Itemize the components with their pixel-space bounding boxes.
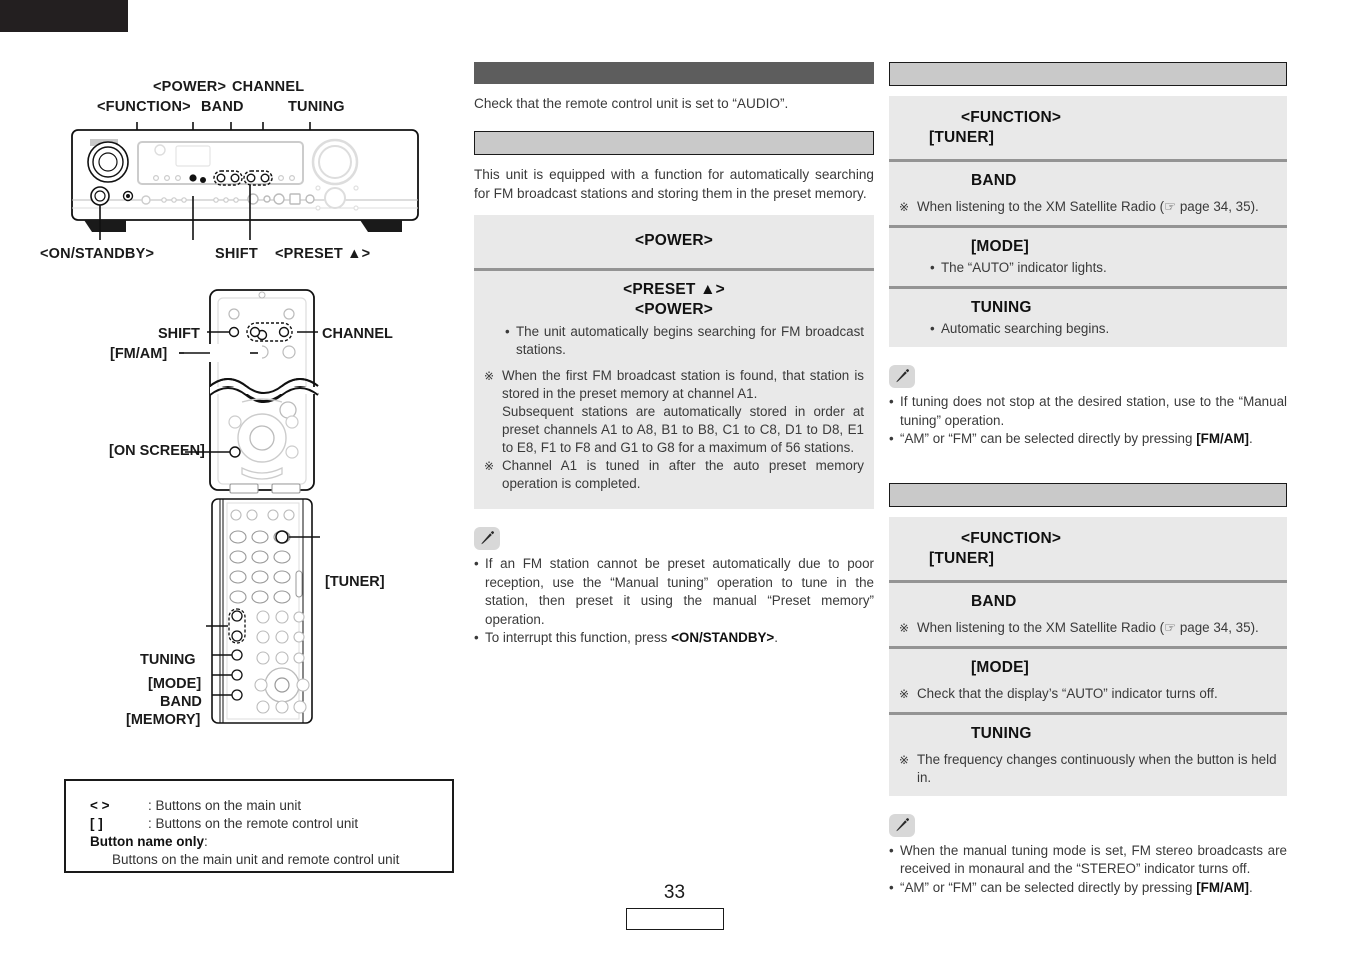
memo-list-right-1: If tuning does not stop at the desired s… bbox=[889, 393, 1287, 449]
s2-step-1: <FUNCTION> [TUNER] bbox=[889, 517, 1287, 580]
section2-steps: <FUNCTION> [TUNER] BAND When listening t… bbox=[889, 516, 1287, 796]
s1-step-1: <FUNCTION> [TUNER] bbox=[889, 96, 1287, 159]
remote-upper-illustration: SHIFT [FM/AM] CHANNEL [ON SCREEN] bbox=[60, 282, 460, 497]
legend-row-both-units: Buttons on the main unit and remote cont… bbox=[112, 852, 400, 867]
callout-function: <FUNCTION> bbox=[97, 99, 191, 115]
memo-block-right-1: If tuning does not stop at the desired s… bbox=[889, 365, 1287, 449]
left-illustration-column: <FUNCTION> <POWER> BAND CHANNEL TUNING <… bbox=[40, 60, 460, 728]
memo-list-middle: If an FM station cannot be preset automa… bbox=[474, 555, 874, 648]
memo-block-middle: If an FM station cannot be preset automa… bbox=[474, 527, 874, 648]
callout-band: BAND bbox=[201, 99, 244, 115]
memo-item: “AM” or “FM” can be selected directly by… bbox=[889, 430, 1287, 449]
memo-item: When the manual tuning mode is set, FM s… bbox=[889, 842, 1287, 879]
s1-step-2: BAND When listening to the XM Satellite … bbox=[889, 159, 1287, 225]
s2-step-4-note: The frequency changes continuously when … bbox=[899, 751, 1277, 787]
callout-tuning: TUNING bbox=[288, 99, 345, 115]
legend-strong-label: Button name only bbox=[90, 834, 204, 849]
page-number: 33 bbox=[663, 882, 686, 903]
legend-symbol-bracket: [ ] bbox=[90, 815, 103, 831]
legend-row-main-unit: < > : Buttons on the main unit bbox=[90, 797, 442, 815]
step-2: <PRESET ▲> <POWER> The unit automatically… bbox=[474, 268, 874, 509]
section1-steps: <FUNCTION> [TUNER] BAND When listening t… bbox=[889, 96, 1287, 347]
remote-lower-illustration: [TUNER] TUNING [MODE] BAND [MEMORY] bbox=[60, 495, 460, 728]
s1-step-3-bullet: The “AUTO” indicator lights. bbox=[929, 259, 1277, 277]
s1-step-4-bullet: Automatic searching begins. bbox=[929, 320, 1277, 338]
memo-item: To interrupt this function, press <ON/ST… bbox=[474, 629, 874, 648]
middle-content-column: Check that the remote control unit is se… bbox=[474, 62, 874, 648]
main-unit-illustration bbox=[60, 122, 460, 242]
memo-item-suffix: . bbox=[774, 630, 778, 645]
footer-box bbox=[626, 908, 724, 930]
callout-shift: SHIFT bbox=[215, 246, 258, 262]
s1-step-3: [MODE] The “AUTO” indicator lights. bbox=[889, 225, 1287, 286]
s1-step-1-title2: [TUNER] bbox=[929, 129, 995, 146]
s2-step-1-title2: [TUNER] bbox=[929, 549, 995, 567]
callout-power: <POWER> bbox=[153, 79, 227, 95]
callout-channel: CHANNEL bbox=[232, 79, 305, 95]
legend-row-remote-unit: [ ] : Buttons on the remote control unit bbox=[90, 815, 442, 833]
step-2-title-b: <POWER> bbox=[634, 301, 714, 318]
memo-item-text: To interrupt this function, press bbox=[485, 630, 672, 645]
legend-colon: : bbox=[204, 834, 208, 849]
s2-step-2: BAND When listening to the XM Satellite … bbox=[889, 579, 1287, 646]
section2-header bbox=[889, 482, 1287, 507]
step-1: <POWER> bbox=[474, 215, 874, 268]
step-2-line-4: Channel A1 is tuned in after the auto pr… bbox=[484, 457, 864, 493]
s1-step-2-note: When listening to the XM Satellite Radio… bbox=[899, 198, 1277, 216]
intro-paragraph: Check that the remote control unit is se… bbox=[474, 96, 789, 111]
memo-item-text: If tuning does not stop at the desired s… bbox=[900, 394, 1287, 428]
right-content-column: <FUNCTION> [TUNER] BAND When listening t… bbox=[889, 62, 1287, 897]
memo-item: If an FM station cannot be preset automa… bbox=[474, 555, 874, 629]
s2-step-2-note: When listening to the XM Satellite Radio… bbox=[899, 619, 1277, 637]
auto-preset-steps: <POWER> <PRESET ▲> <POWER> The unit autom… bbox=[474, 215, 874, 509]
step-1-title: <POWER> bbox=[634, 232, 714, 249]
s2-step-4: TUNING The frequency changes continuousl… bbox=[889, 711, 1287, 796]
step-2-line-2: When the first FM broadcast station is f… bbox=[484, 367, 864, 403]
s1-step-4: TUNING Automatic searching begins. bbox=[889, 286, 1287, 347]
manual-page: <FUNCTION> <POWER> BAND CHANNEL TUNING <… bbox=[0, 0, 1349, 954]
section1-header bbox=[889, 62, 1287, 86]
s2-step-3: [MODE] Check that the display’s “AUTO” i… bbox=[889, 645, 1287, 712]
step-2-title-row: <PRESET ▲> <POWER> bbox=[484, 280, 864, 320]
s1-step-2-title: BAND bbox=[971, 172, 1017, 189]
memo-item-text: “AM” or “FM” can be selected directly by… bbox=[900, 431, 1197, 446]
page-corner-tab bbox=[0, 0, 128, 32]
memo-item-key: <ON/STANDBY> bbox=[671, 630, 775, 645]
legend-text-remote-unit: : Buttons on the remote control unit bbox=[148, 815, 359, 831]
memo-item: If tuning does not stop at the desired s… bbox=[889, 393, 1287, 430]
section-header-dark bbox=[474, 62, 874, 84]
memo-item-suffix: . bbox=[1249, 431, 1253, 446]
memo-item-text: When the manual tuning mode is set, FM s… bbox=[900, 842, 1287, 877]
legend-text-main-unit: : Buttons on the main unit bbox=[148, 798, 302, 813]
callout-on-standby: <ON/STANDBY> bbox=[40, 246, 155, 262]
pencil-icon bbox=[889, 813, 915, 837]
legend-row-button-name-only: Button name only: bbox=[90, 833, 442, 851]
main-unit-callouts-top: <FUNCTION> <POWER> BAND CHANNEL TUNING bbox=[60, 60, 460, 120]
step-2-title-a: <PRESET ▲> bbox=[623, 281, 725, 298]
main-unit-callouts-bottom: <ON/STANDBY> SHIFT <PRESET ▲> bbox=[40, 242, 460, 268]
step-2-line-1: The unit automatically begins searching … bbox=[504, 323, 864, 359]
s2-step-4-title: TUNING bbox=[971, 724, 1032, 742]
callout-preset-up: <PRESET ▲> bbox=[275, 246, 371, 262]
s1-step-3-title: [MODE] bbox=[971, 238, 1030, 255]
s1-step-4-title: TUNING bbox=[971, 299, 1032, 316]
s2-step-1-title: <FUNCTION> bbox=[961, 529, 1062, 547]
pencil-icon bbox=[889, 365, 915, 388]
legend-box: < >: Buttons on the main unit [ ]: Butto… bbox=[64, 779, 454, 873]
s1-step-1-title: <FUNCTION> bbox=[961, 109, 1062, 126]
memo-item-key: [FM/AM] bbox=[1196, 431, 1249, 446]
s2-step-2-title: BAND bbox=[971, 592, 1017, 610]
description-paragraph: This unit is equipped with a function fo… bbox=[474, 167, 874, 201]
legend-symbol-angle: < > bbox=[90, 798, 110, 813]
step-2-line-3: Subsequent stations are automatically st… bbox=[502, 404, 864, 455]
pencil-icon bbox=[474, 527, 500, 550]
section-header-light bbox=[474, 131, 874, 155]
s2-step-3-note: Check that the display’s “AUTO” indicato… bbox=[899, 685, 1277, 703]
s2-step-3-title: [MODE] bbox=[971, 658, 1030, 676]
memo-item-text: If an FM station cannot be preset automa… bbox=[485, 556, 874, 627]
